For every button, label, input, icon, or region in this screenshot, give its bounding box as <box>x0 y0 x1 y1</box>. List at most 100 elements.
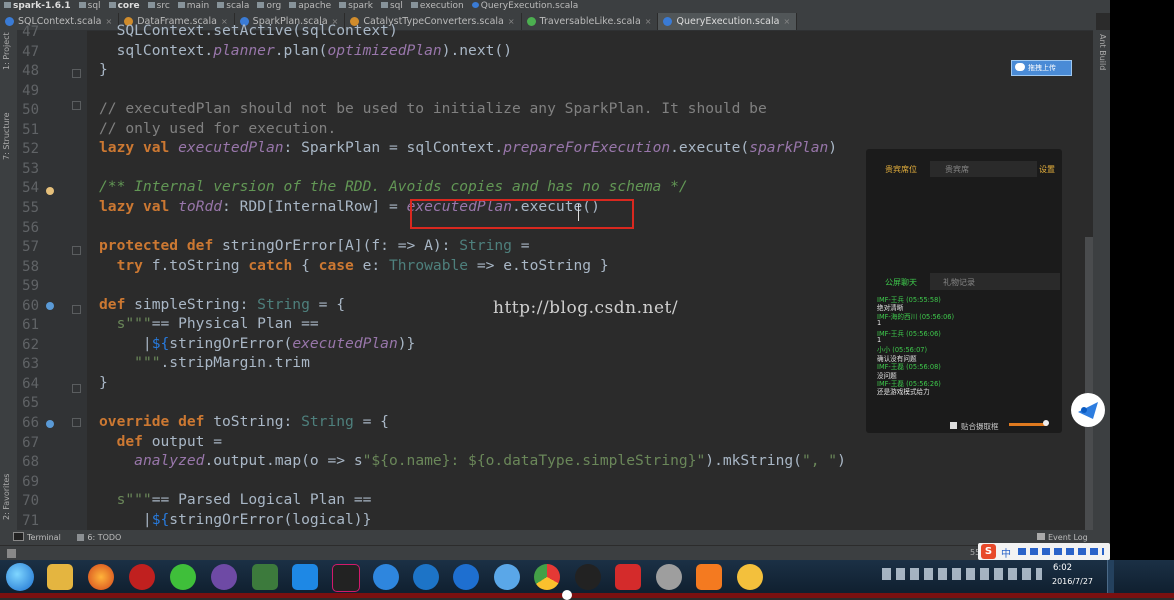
video-progress-handle[interactable] <box>562 590 572 600</box>
todo-tab[interactable]: 6: TODO <box>87 533 121 542</box>
eclipse-icon[interactable] <box>211 564 237 590</box>
code-line[interactable]: try f.toString catch { case e: Throwable… <box>99 257 609 274</box>
show-desktop-button[interactable] <box>1107 560 1114 593</box>
event-log-label: Event Log <box>1048 533 1088 542</box>
video-progress-bar[interactable] <box>0 593 1174 598</box>
line-number: 68 <box>22 454 39 471</box>
code-line[interactable]: override def toString: String = {overrid… <box>99 413 389 430</box>
fold-icon[interactable] <box>72 384 81 393</box>
fold-icon[interactable] <box>72 69 81 78</box>
cloud-icon <box>1015 63 1025 71</box>
intention-bulb-icon[interactable] <box>46 187 54 195</box>
ime-mode[interactable]: 中 <box>1001 545 1011 560</box>
tool-tab-bar: Terminal 6: TODO Event Log <box>0 530 1110 545</box>
qq-game-icon[interactable] <box>292 564 318 590</box>
fold-icon[interactable] <box>72 418 81 427</box>
fit-capture-checkbox[interactable] <box>950 422 957 429</box>
line-number: 53 <box>22 160 39 177</box>
code-line[interactable]: }} <box>99 374 108 391</box>
line-number: 47 <box>22 24 39 40</box>
code-line[interactable]: |${stringOrError(logical)} |${stringOrEr… <box>99 511 371 528</box>
app-icon-1[interactable] <box>252 564 278 590</box>
line-number: 59 <box>22 278 39 295</box>
chat-panel: 贵宾席位 贵宾席 设置 公屏聊天 礼物记录 IMF-王兵 (05:55:58) 绝… <box>866 149 1062 433</box>
pen-icon[interactable] <box>373 564 399 590</box>
code-line[interactable]: """.stripMargin.trim """.stripMargin.tri… <box>99 354 310 371</box>
fold-icon[interactable] <box>72 305 81 314</box>
line-number: 54 <box>22 180 39 197</box>
recorder-icon[interactable] <box>129 564 155 590</box>
line-number: 67 <box>22 434 39 451</box>
tab-gift-records[interactable]: 礼物记录 <box>943 277 975 288</box>
line-number: 66 <box>22 415 39 431</box>
clock-date[interactable]: 2016/7/27 <box>1052 577 1093 586</box>
tab-guest-seats[interactable]: 贵宾席位 <box>885 164 917 175</box>
implements-marker-icon[interactable] <box>46 302 54 310</box>
tab-guest-list[interactable]: 贵宾席 <box>945 164 969 175</box>
sogou-icon[interactable]: S <box>981 544 996 559</box>
fold-icon[interactable] <box>72 246 81 255</box>
express-vpn-icon[interactable] <box>615 564 641 590</box>
start-button-icon[interactable] <box>6 563 34 591</box>
upload-button[interactable]: 拖拽上传 <box>1011 60 1072 76</box>
code-line[interactable]: lazy val executedPlan: SparkPlan = sqlCo… <box>99 139 837 156</box>
line-number: 71 <box>22 512 39 529</box>
code-line[interactable]: // only used for execution.// only used … <box>99 120 336 137</box>
code-line[interactable]: s"""== Physical Plan == s"""== Physical … <box>99 315 319 332</box>
tab-public-chat[interactable]: 公屏聊天 <box>885 277 917 288</box>
intellij-icon[interactable] <box>332 564 360 592</box>
code-line[interactable]: analyzed.output.map(o => s"${o.name}: ${… <box>99 452 846 469</box>
line-number: 48 <box>22 63 39 80</box>
code-line[interactable]: |${stringOrError(executedPlan)} |${strin… <box>99 335 415 352</box>
event-log-icon <box>1037 533 1045 540</box>
code-line[interactable]: sqlContext.planner.plan(optimizedPlan).n… <box>99 42 512 59</box>
line-number: 56 <box>22 219 39 236</box>
line-number: 70 <box>22 493 39 510</box>
ant-build-tool-button[interactable]: Ant Build <box>1098 34 1107 70</box>
code-line[interactable]: s"""== Parsed Logical Plan == s"""== Par… <box>99 491 372 508</box>
cloud-icon[interactable] <box>494 564 520 590</box>
baidu-cloud-icon[interactable] <box>453 564 479 590</box>
line-number: 55 <box>22 199 39 216</box>
line-number: 61 <box>22 317 39 334</box>
wechat-icon[interactable] <box>170 564 196 590</box>
code-line[interactable]: def simpleString: String = {def simpleSt… <box>99 296 345 313</box>
bird-logo-icon[interactable] <box>1071 393 1105 427</box>
fold-icon[interactable] <box>72 101 81 110</box>
k-app-icon[interactable] <box>413 564 439 590</box>
slides-icon[interactable] <box>696 564 722 590</box>
volume-slider-handle[interactable] <box>1043 420 1049 426</box>
chat-sender: IMF-海的西川 (05:56:06) <box>877 312 955 321</box>
terminal-tab[interactable]: Terminal <box>27 533 61 542</box>
line-number: 57 <box>22 239 39 256</box>
overrides-marker-icon[interactable] <box>46 420 54 428</box>
line-number: 69 <box>22 473 39 490</box>
code-line[interactable]: protected def stringOrError[A](f: => A):… <box>99 237 530 254</box>
line-number: 47 <box>22 43 39 60</box>
line-number: 64 <box>22 375 39 392</box>
ime-tools-icons[interactable] <box>1018 548 1104 555</box>
chat-message: 还是游戏模式给力 <box>877 388 930 397</box>
cartoon-app-icon[interactable] <box>737 564 763 590</box>
system-tray-icons[interactable] <box>882 568 1042 580</box>
code-line[interactable]: def output = def output = <box>99 433 222 450</box>
settings-gear-icon[interactable] <box>656 564 682 590</box>
editor-scrollbar[interactable] <box>1085 237 1093 537</box>
code-line[interactable]: }} <box>99 61 108 78</box>
line-number: 58 <box>22 258 39 275</box>
chrome-icon[interactable] <box>534 564 560 590</box>
code-line[interactable]: /** Internal version of the RDD. Avoids … <box>99 178 688 195</box>
volume-slider[interactable] <box>1009 423 1047 426</box>
settings-link[interactable]: 设置 <box>1039 164 1055 175</box>
code-line[interactable]: // executedPlan should not be used to in… <box>99 100 767 117</box>
clock-time[interactable]: 6:02 <box>1053 563 1072 573</box>
line-number: 49 <box>22 82 39 99</box>
code-line[interactable]: SQLContext.setActive(sqlContext) SQLCont… <box>99 22 398 39</box>
explorer-icon[interactable] <box>47 564 73 590</box>
firefox-icon[interactable] <box>88 564 114 590</box>
desktop-edge <box>1110 0 1174 560</box>
tool-windows-icon[interactable] <box>7 549 16 558</box>
ime-toolbar: S 中 <box>978 543 1110 560</box>
qq-icon[interactable] <box>575 564 601 590</box>
line-number: 50 <box>22 102 39 119</box>
